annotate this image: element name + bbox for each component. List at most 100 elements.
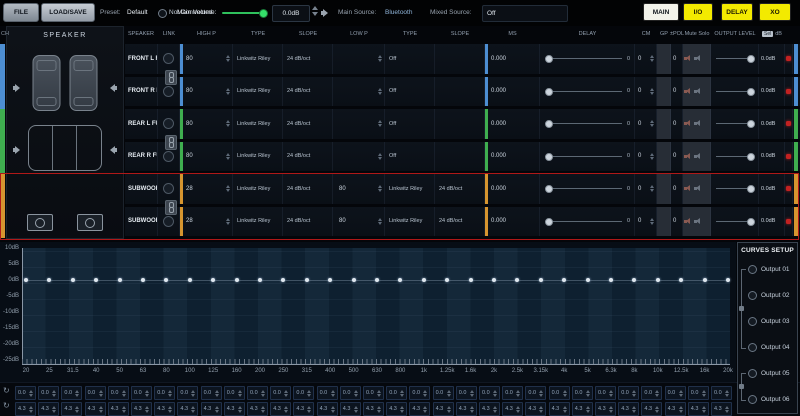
- delay-slider[interactable]: [545, 120, 622, 129]
- stepper-icon[interactable]: [655, 389, 660, 397]
- delay-slider-knob[interactable]: [545, 185, 553, 194]
- lowpass-type-cell[interactable]: Off: [385, 44, 435, 74]
- stepper-icon[interactable]: [632, 405, 637, 413]
- stepper-icon[interactable]: [469, 389, 474, 397]
- eq-band-gain-field[interactable]: 0.0: [664, 386, 686, 400]
- mute-icon[interactable]: [684, 120, 692, 127]
- highpass-type-cell[interactable]: Linkwitz Riley: [233, 141, 283, 171]
- link-icon[interactable]: [163, 183, 174, 195]
- polarity-cell[interactable]: 0: [671, 206, 683, 236]
- reset-gain-icon[interactable]: ↻: [3, 387, 10, 395]
- lowpass-freq-cell[interactable]: 80: [333, 206, 385, 236]
- mute-icon[interactable]: [684, 217, 692, 225]
- lowpass-slope-cell[interactable]: [435, 76, 485, 106]
- stepper-icon[interactable]: [145, 405, 149, 413]
- mixed-source-value[interactable]: Off: [482, 5, 568, 22]
- eq-band-gain-field[interactable]: 0.0: [61, 386, 83, 400]
- delay-ms-cell[interactable]: 0.000: [485, 76, 540, 106]
- lowpass-type-cell[interactable]: Off: [385, 76, 435, 106]
- stepper-icon[interactable]: [98, 405, 103, 413]
- output-level-knob[interactable]: [747, 217, 756, 226]
- delay-slider[interactable]: [545, 217, 622, 226]
- eq-band-q-field[interactable]: 4.3: [664, 402, 686, 416]
- eq-band-gain-field[interactable]: 0.0: [131, 386, 152, 400]
- eq-band-gain-field[interactable]: 0.0: [363, 386, 384, 400]
- link-icon[interactable]: [163, 85, 174, 97]
- stepper-icon[interactable]: [400, 389, 405, 397]
- curves-output-item-4[interactable]: Output 04: [748, 343, 790, 352]
- eq-curve-point[interactable]: [187, 278, 192, 282]
- eq-curve-point[interactable]: [141, 278, 145, 282]
- stepper-icon[interactable]: [353, 389, 358, 397]
- eq-band-gain-field[interactable]: 0.0: [38, 386, 60, 400]
- stepper-icon[interactable]: [261, 389, 265, 397]
- stepper-icon[interactable]: [493, 389, 497, 397]
- stepper-icon[interactable]: [191, 389, 196, 397]
- stepper-icon[interactable]: [678, 405, 683, 413]
- eq-band-q-field[interactable]: 4.3: [687, 402, 709, 416]
- stepper-icon[interactable]: [168, 389, 173, 397]
- delay-cm-cell[interactable]: 0: [635, 141, 657, 171]
- stepper-icon[interactable]: [261, 405, 265, 413]
- output-level-cell[interactable]: [711, 206, 759, 236]
- view-button-main[interactable]: MAIN: [643, 3, 679, 21]
- output-level-slider[interactable]: [716, 217, 756, 226]
- eq-curve-point[interactable]: [24, 278, 28, 282]
- link-icon[interactable]: [163, 215, 174, 227]
- eq-band-q-field[interactable]: 4.3: [177, 402, 199, 416]
- lowpass-type-cell[interactable]: Linkwitz Riley: [385, 206, 435, 236]
- highpass-type-cell[interactable]: Linkwitz Riley: [233, 109, 283, 139]
- radio-icon[interactable]: [748, 317, 757, 326]
- output-level-knob[interactable]: [747, 120, 756, 129]
- stepper-icon[interactable]: [516, 389, 521, 397]
- stepper-icon[interactable]: [226, 185, 230, 193]
- stepper-icon[interactable]: [446, 405, 451, 413]
- file-button[interactable]: FILE: [3, 3, 39, 22]
- delay-cm-cell[interactable]: 0: [635, 109, 657, 139]
- group-button[interactable]: [657, 44, 671, 74]
- eq-band-q-field[interactable]: 4.3: [432, 402, 454, 416]
- stepper-icon[interactable]: [226, 152, 230, 160]
- stepper-icon[interactable]: [226, 55, 230, 63]
- stepper-icon[interactable]: [585, 389, 590, 397]
- group-button[interactable]: [657, 206, 671, 236]
- plot-area[interactable]: [22, 248, 730, 364]
- radio-icon[interactable]: [748, 291, 757, 300]
- output-level-knob[interactable]: [747, 87, 756, 96]
- stepper-icon[interactable]: [609, 389, 613, 397]
- radio-icon[interactable]: [748, 395, 757, 404]
- highpass-type-cell[interactable]: Linkwitz Riley: [233, 174, 283, 204]
- view-button-delay[interactable]: DELAY: [721, 3, 753, 21]
- output-level-cell[interactable]: [711, 76, 759, 106]
- link-pair-icon[interactable]: [165, 135, 177, 150]
- delay-slider-knob[interactable]: [545, 120, 553, 129]
- eq-band-q-field[interactable]: 4.3: [455, 402, 477, 416]
- delay-slider[interactable]: [545, 152, 622, 161]
- eq-band-gain-field[interactable]: 0.0: [177, 386, 199, 400]
- link-icon[interactable]: [163, 150, 174, 162]
- delay-slider-cell[interactable]: 0: [540, 206, 635, 236]
- eq-band-q-field[interactable]: 4.3: [131, 402, 152, 416]
- stepper-icon[interactable]: [655, 405, 660, 413]
- eq-band-gain-field[interactable]: 0.0: [339, 386, 361, 400]
- stepper-icon[interactable]: [214, 405, 219, 413]
- polarity-cell[interactable]: 0: [671, 109, 683, 139]
- output-level-knob[interactable]: [747, 152, 756, 161]
- stepper-icon[interactable]: [650, 217, 654, 225]
- eq-band-gain-field[interactable]: 0.0: [687, 386, 709, 400]
- output-level-cell[interactable]: [711, 44, 759, 74]
- output-group-link-icon[interactable]: [739, 384, 744, 389]
- eq-band-gain-field[interactable]: 0.0: [386, 386, 408, 400]
- lowpass-slope-cell[interactable]: [435, 141, 485, 171]
- stepper-icon[interactable]: [400, 405, 405, 413]
- stepper-icon[interactable]: [377, 405, 381, 413]
- eq-band-gain-field[interactable]: 0.0: [479, 386, 500, 400]
- link-icon[interactable]: [163, 118, 174, 130]
- stepper-icon[interactable]: [237, 405, 242, 413]
- eq-band-q-field[interactable]: 4.3: [502, 402, 524, 416]
- stepper-icon[interactable]: [585, 405, 590, 413]
- stepper-icon[interactable]: [678, 389, 683, 397]
- subwoofer1-icon[interactable]: [27, 214, 53, 231]
- stepper-icon[interactable]: [650, 120, 654, 128]
- eq-band-q-field[interactable]: 4.3: [61, 402, 83, 416]
